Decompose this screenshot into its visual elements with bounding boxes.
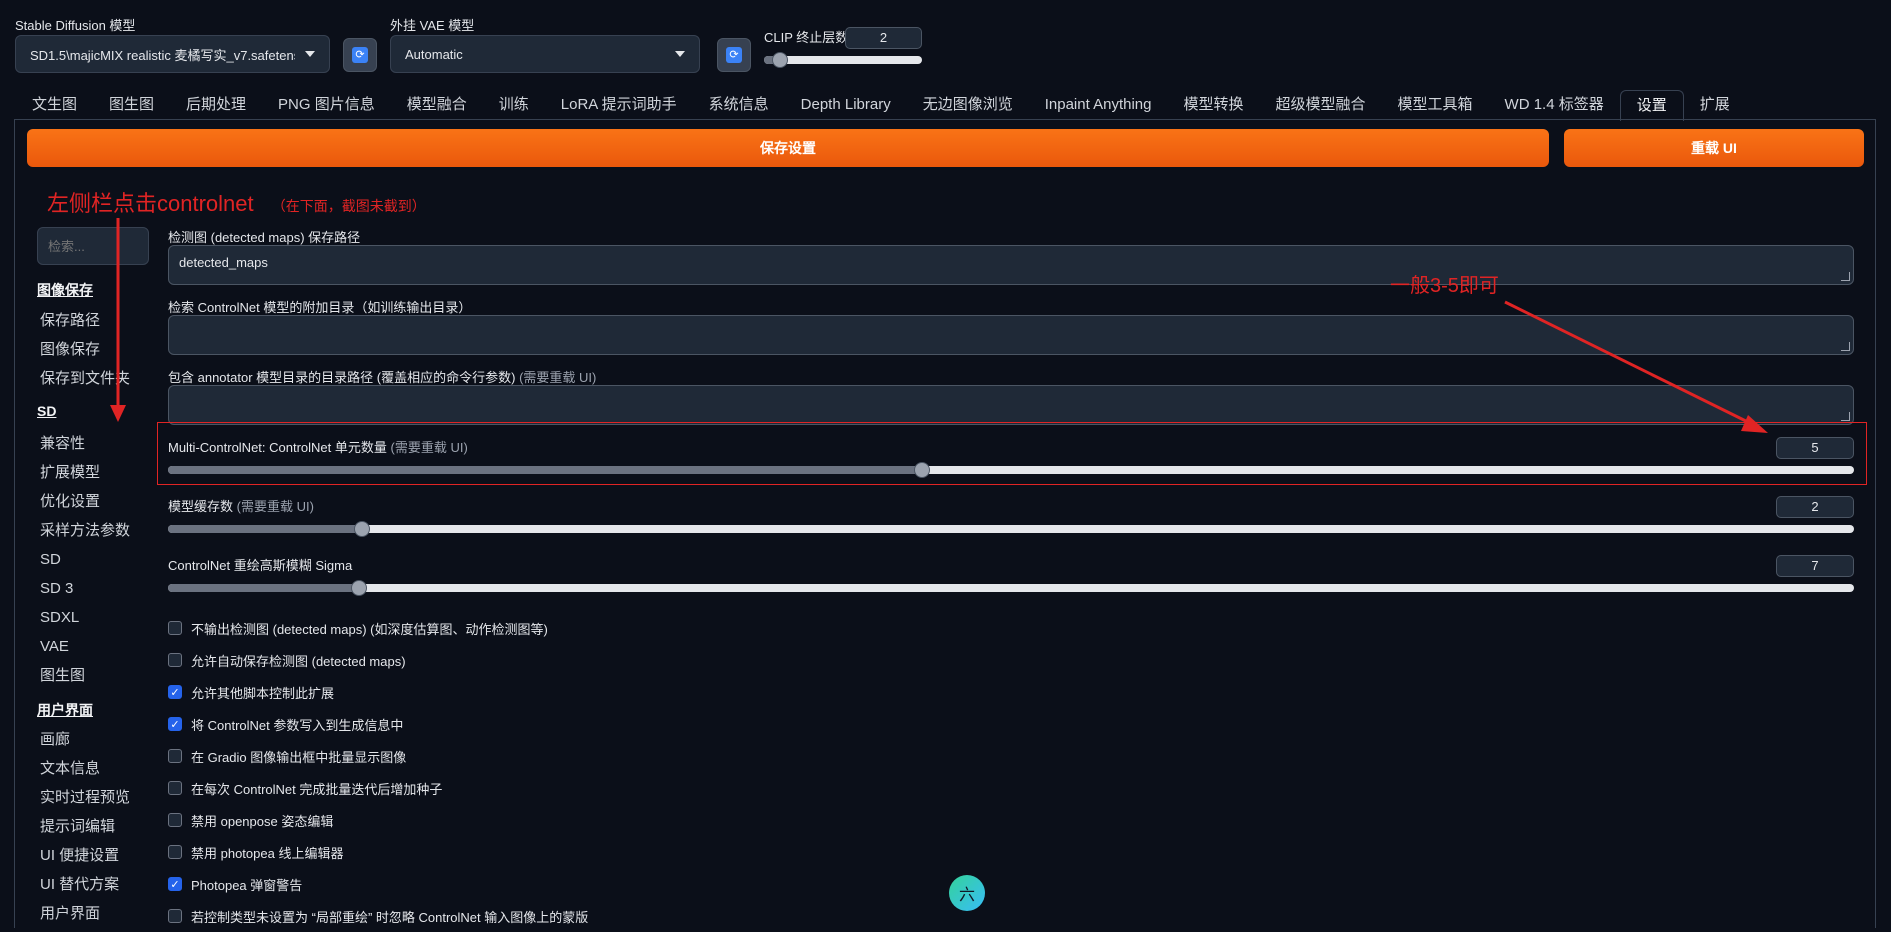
arrow-down-head	[110, 405, 126, 422]
arrow-right-head	[1741, 415, 1768, 433]
arrow-right-line	[1504, 300, 1761, 430]
annotation-arrows	[110, 218, 1768, 433]
